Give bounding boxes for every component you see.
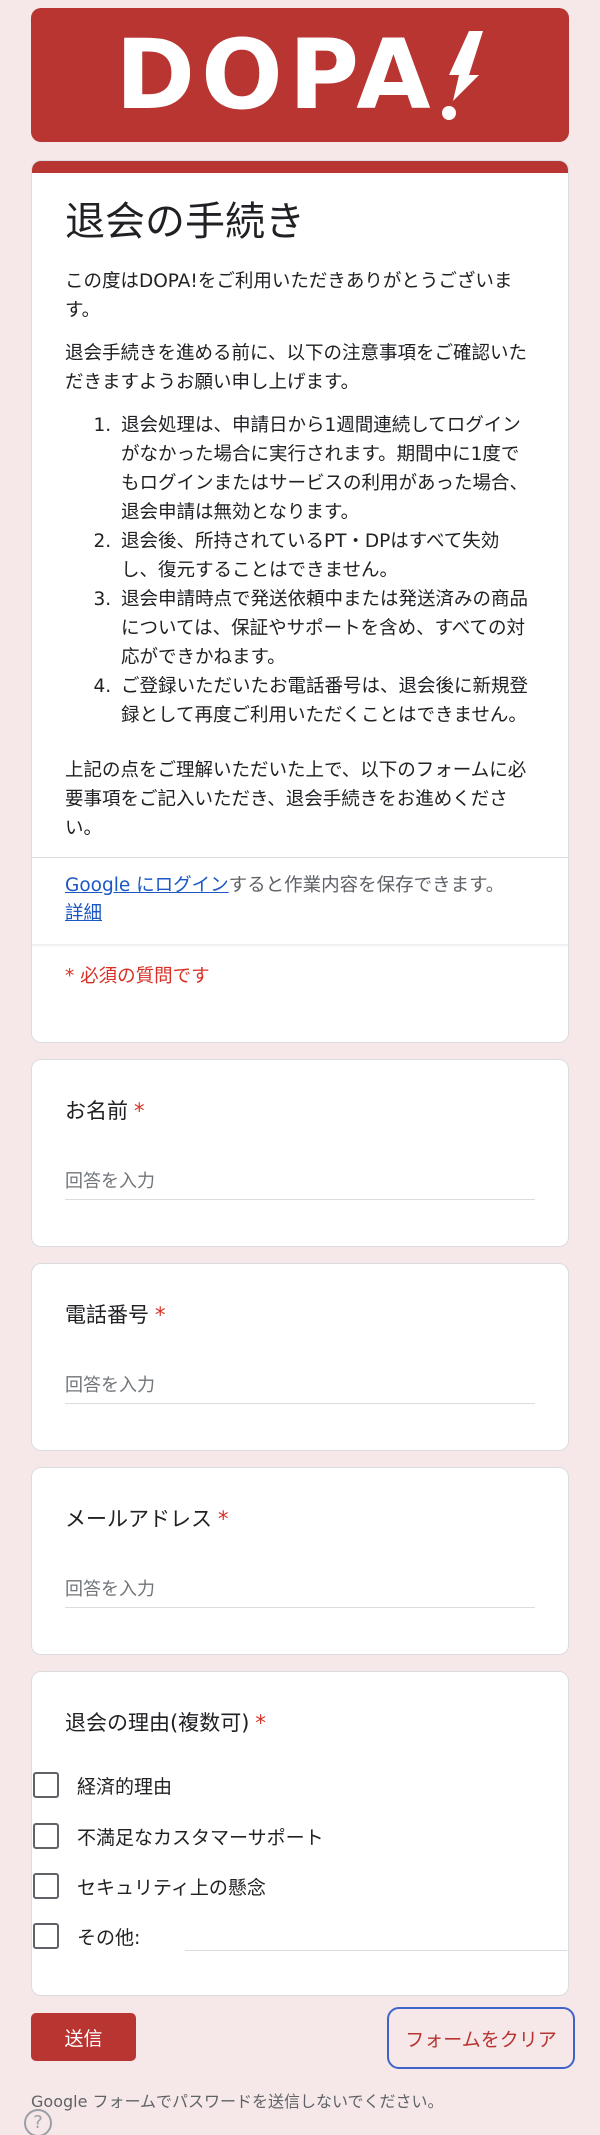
checkbox[interactable] — [33, 1823, 59, 1849]
notice-list: 退会処理は、申請日から1週間連続してログインがなかった場合に実行されます。期間中… — [65, 411, 536, 730]
phone-input[interactable] — [65, 1368, 535, 1404]
reason-option-economic[interactable]: 経済的理由 — [33, 1770, 172, 1800]
question-label: お名前 * — [65, 1096, 145, 1126]
option-label: その他: — [77, 1926, 141, 1949]
notice-item: 退会後、所持されているPT・DPはすべて失効し、復元することはできません。 — [117, 527, 536, 585]
question-email: メールアドレス * — [31, 1467, 569, 1655]
other-text-input[interactable] — [185, 1950, 567, 1951]
option-label: 不満足なカスタマーサポート — [77, 1826, 324, 1849]
question-label: 退会の理由(複数可) * — [65, 1708, 266, 1738]
checkbox[interactable] — [33, 1923, 59, 1949]
required-star: * — [155, 1303, 166, 1327]
question-label: 電話番号 * — [65, 1300, 166, 1330]
form-title-card: 退会の手続き この度はDOPA!をご利用いただきありがとうございます。 退会手続… — [31, 160, 569, 1043]
question-name: お名前 * — [31, 1059, 569, 1247]
reason-option-other[interactable]: その他: — [33, 1921, 140, 1951]
login-suffix-text: すると作業内容を保存できます。 — [228, 875, 505, 896]
question-label-text: お名前 — [65, 1099, 128, 1123]
intro-text: この度はDOPA!をご利用いただきありがとうございます。 — [65, 271, 513, 321]
question-label-text: 電話番号 — [65, 1303, 149, 1327]
notice-item: 退会申請時点で発送依頼中または発送済みの商品については、保証やサポートを含め、す… — [117, 585, 536, 672]
question-label: メールアドレス * — [65, 1504, 229, 1534]
exclamation-bolt-icon — [441, 31, 483, 120]
checkbox[interactable] — [33, 1772, 59, 1798]
logo-text: DOPA — [115, 19, 437, 131]
question-label-text: 退会の理由(複数可) — [65, 1711, 250, 1735]
notice-item: 退会処理は、申請日から1週間連続してログインがなかった場合に実行されます。期間中… — [117, 411, 536, 527]
submit-button[interactable]: 送信 — [31, 2013, 136, 2061]
closing-text: 上記の点をご理解いただいた上で、以下のフォームに必要事項をご記入いただき、退会手… — [65, 760, 527, 839]
header-banner: DOPA — [31, 8, 569, 142]
required-star: * — [218, 1507, 229, 1531]
lead-text: 退会手続きを進める前に、以下の注意事項をご確認いただきますようお願い申し上げます… — [65, 343, 527, 393]
option-label: 経済的理由 — [77, 1775, 173, 1798]
reason-option-support[interactable]: 不満足なカスタマーサポート — [33, 1821, 324, 1851]
help-icon[interactable]: ? — [24, 2109, 52, 2135]
dopa-logo: DOPA — [115, 27, 484, 123]
email-input[interactable] — [65, 1572, 535, 1608]
name-input[interactable] — [65, 1164, 535, 1200]
form-title: 退会の手続き — [65, 199, 305, 245]
google-login-link[interactable]: Google にログイン — [65, 875, 229, 896]
card-accent-bar — [32, 161, 568, 173]
notice-item: ご登録いただいたお電話番号は、退会後に新規登録として再度ご利用いただくことはでき… — [117, 672, 536, 730]
question-label-text: メールアドレス — [65, 1507, 212, 1531]
option-label: セキュリティ上の懸念 — [77, 1876, 266, 1899]
details-link[interactable]: 詳細 — [65, 903, 102, 924]
login-prompt: Google にログインすると作業内容を保存できます。 詳細 — [32, 858, 568, 944]
required-star: * — [134, 1099, 145, 1123]
form-description: この度はDOPA!をご利用いただきありがとうございます。 退会手続きを進める前に… — [65, 267, 536, 843]
required-note: * 必須の質問です — [65, 966, 210, 987]
question-phone: 電話番号 * — [31, 1263, 569, 1451]
required-star: * — [255, 1711, 266, 1735]
clear-form-button[interactable]: フォームをクリア — [387, 2007, 575, 2069]
password-warning: Google フォームでパスワードを送信しないでください。 — [31, 2092, 444, 2111]
reason-option-security[interactable]: セキュリティ上の懸念 — [33, 1871, 266, 1901]
checkbox[interactable] — [33, 1873, 59, 1899]
